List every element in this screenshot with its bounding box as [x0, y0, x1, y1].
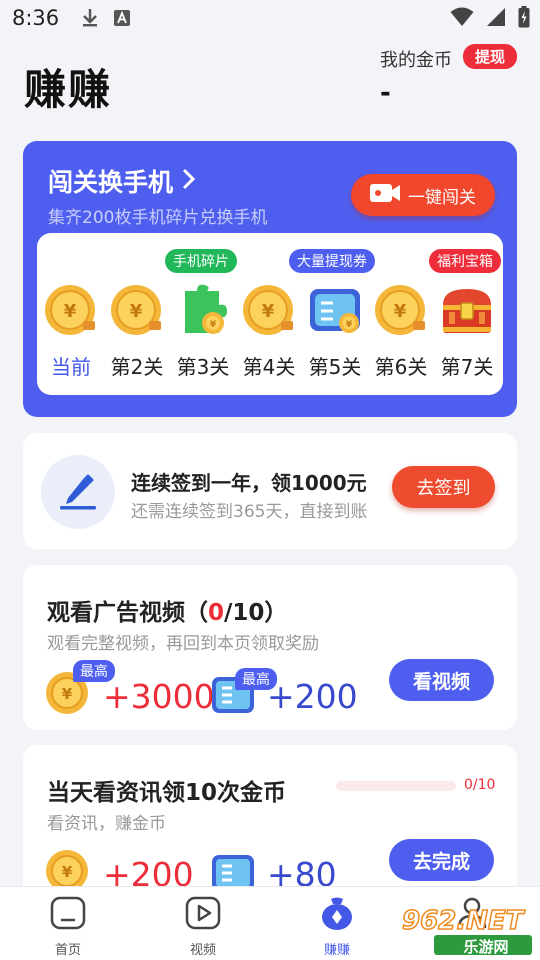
signin-subtitle: 还需连续签到365天，直接到账 [131, 502, 368, 522]
chevron-right-icon [181, 167, 196, 196]
one-click-challenge-label: 一键闯关 [408, 187, 476, 208]
video-task-subtitle: 观看完整视频，再回到本页领取奖励 [47, 634, 319, 654]
level-item-5[interactable]: ¥ 第5关 [303, 283, 367, 383]
coin-icon: ¥ [373, 283, 429, 339]
svg-text:¥: ¥ [62, 863, 73, 881]
video-task-title: 观看广告视频（0/10） [47, 593, 287, 627]
treasure-chest-icon [439, 283, 495, 339]
svg-text:¥: ¥ [262, 301, 275, 322]
signin-title: 连续签到一年，领1000元 [131, 471, 367, 495]
svg-text:¥: ¥ [346, 320, 353, 330]
download-icon [81, 8, 99, 28]
video-task-count-done: 0 [208, 600, 225, 626]
tab-video[interactable]: 视频 [163, 895, 243, 958]
svg-text:¥: ¥ [62, 685, 73, 703]
coupon-reward: +200 [267, 677, 358, 716]
status-bar: 8:36 [0, 0, 540, 36]
level-label: 第5关 [308, 355, 362, 379]
level-item-2[interactable]: ¥ 第2关 [105, 283, 169, 383]
withdraw-coupon-icon: ¥ [307, 283, 363, 339]
cellular-signal-icon [486, 7, 506, 32]
level-challenge-title-text: 闯关换手机 [48, 168, 174, 197]
coin-icon: ¥ [241, 283, 297, 339]
svg-text:¥: ¥ [394, 301, 407, 322]
my-coins-label: 我的金币 [380, 50, 452, 71]
battery-icon [518, 6, 530, 33]
site-watermark: 962.NET 乐游网 [398, 905, 536, 957]
home-icon [49, 895, 87, 935]
withdraw-coupon-tag: 大量提现券 [289, 249, 375, 273]
level-item-4[interactable]: ¥ 第4关 [237, 283, 301, 383]
level-label: 第6关 [374, 355, 428, 379]
svg-text:962.NET: 962.NET [402, 906, 526, 936]
levels-panel: 手机碎片 大量提现券 福利宝箱 ¥ 当前 ¥ 第2关 ¥ 第3关 ¥ 第4关 ¥… [37, 233, 503, 395]
page-title: 赚赚 [24, 65, 113, 114]
complete-news-button[interactable]: 去完成 [389, 839, 494, 881]
phone-fragment-tag: 手机碎片 [165, 249, 237, 273]
level-label: 第3关 [176, 355, 230, 379]
coin-icon: ¥ [43, 283, 99, 339]
coin-reward: +3000 [103, 677, 215, 716]
tab-home-label: 首页 [54, 943, 81, 958]
level-challenge-card: 闯关换手机 集齐200枚手机碎片兑换手机 一键闯关 手机碎片 大量提现券 福利宝… [23, 141, 517, 417]
news-task-subtitle: 看资讯，赚金币 [47, 814, 166, 834]
level-challenge-title[interactable]: 闯关换手机 [48, 163, 196, 199]
news-task-card: 当天看资讯领10次金币 0/10 看资讯，赚金币 ¥ +200 +80 去完成 [23, 745, 517, 905]
news-progress-bar [336, 781, 456, 791]
level-label: 第4关 [242, 355, 296, 379]
level-item-7[interactable]: 第7关 [435, 283, 499, 383]
tab-video-label: 视频 [189, 943, 216, 958]
svg-text:¥: ¥ [64, 301, 77, 322]
news-task-title: 当天看资讯领10次金币 [47, 780, 287, 806]
level-item-current[interactable]: ¥ 当前 [39, 283, 103, 383]
level-challenge-subtitle: 集齐200枚手机碎片兑换手机 [48, 208, 268, 228]
signin-card: 连续签到一年，领1000元 还需连续签到365天，直接到账 去签到 [23, 433, 517, 549]
pen-icon [56, 468, 100, 516]
withdraw-button[interactable]: 提现 [463, 44, 517, 69]
signin-button[interactable]: 去签到 [392, 466, 495, 508]
level-label: 当前 [51, 355, 91, 379]
coin-icon: ¥ [109, 283, 165, 339]
status-time: 8:36 [12, 6, 60, 30]
watermark-sub: 乐游网 [463, 938, 509, 956]
news-progress-text: 0/10 [464, 777, 496, 793]
tab-earn[interactable]: 赚赚 [297, 895, 377, 958]
header: 赚赚 我的金币 提现 - [0, 36, 540, 140]
signin-icon-wrap [41, 455, 115, 529]
tab-earn-label: 赚赚 [323, 943, 350, 958]
level-item-3[interactable]: ¥ 第3关 [171, 283, 235, 383]
watch-video-button[interactable]: 看视频 [389, 659, 494, 701]
phone-fragment-icon: ¥ [175, 283, 231, 339]
level-item-6[interactable]: ¥ 第6关 [369, 283, 433, 383]
one-click-challenge-button[interactable]: 一键闯关 [351, 174, 495, 216]
earn-icon [318, 895, 356, 935]
wifi-icon [450, 7, 474, 32]
treasure-chest-tag: 福利宝箱 [429, 249, 501, 273]
level-label: 第2关 [110, 355, 164, 379]
coins-value: - [380, 78, 391, 108]
video-task-card: 观看广告视频（0/10） 观看完整视频，再回到本页领取奖励 ¥ 最高 +3000… [23, 565, 517, 730]
svg-text:¥: ¥ [210, 320, 217, 330]
video-icon [184, 895, 222, 935]
video-task-title-prefix: 观看广告视频（ [47, 600, 208, 626]
app-notification-icon [113, 9, 131, 27]
tab-home[interactable]: 首页 [28, 895, 108, 958]
video-task-title-suffix: /10） [224, 600, 288, 626]
video-camera-icon [370, 182, 400, 209]
level-label: 第7关 [440, 355, 494, 379]
svg-text:¥: ¥ [130, 301, 143, 322]
